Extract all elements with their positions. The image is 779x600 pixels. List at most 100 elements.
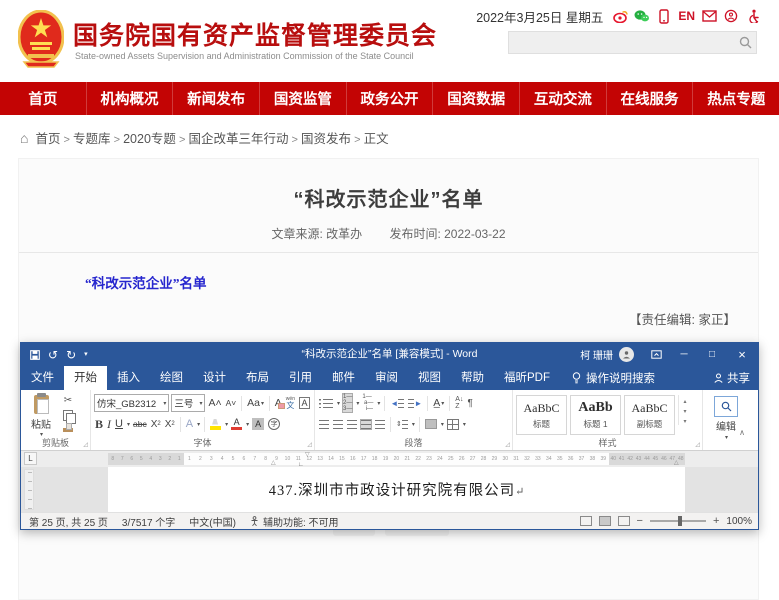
word-tab-10[interactable]: 视图 xyxy=(408,366,451,390)
text-effects-icon[interactable]: A xyxy=(185,417,194,431)
zoom-slider-thumb[interactable] xyxy=(678,516,682,526)
styles-scroll-arrow-icon[interactable]: ▴ xyxy=(683,398,686,405)
first-line-indent-marker[interactable]: ▽ xyxy=(305,452,310,458)
format-painter-icon[interactable] xyxy=(61,424,75,436)
word-tab-5[interactable]: 设计 xyxy=(193,366,236,390)
collapse-ribbon-icon[interactable]: ∧ xyxy=(739,428,745,437)
font-color-icon[interactable]: A xyxy=(230,417,243,431)
zoom-slider[interactable] xyxy=(650,520,706,522)
share-button[interactable]: 共享 xyxy=(714,366,750,390)
clear-formatting-icon[interactable]: A xyxy=(274,396,283,410)
style-card-1[interactable]: AaBbC标题 xyxy=(516,395,567,435)
nav-item-3[interactable]: 新闻发布 xyxy=(172,82,259,115)
breadcrumb-link-5[interactable]: 国资发布 xyxy=(301,132,351,146)
qat-customize-icon[interactable]: ▾ xyxy=(84,351,88,358)
nav-item-2[interactable]: 机构概况 xyxy=(86,82,173,115)
editing-dropdown-icon[interactable]: ▾ xyxy=(725,434,728,441)
nav-item-7[interactable]: 互动交流 xyxy=(519,82,606,115)
word-tab-12[interactable]: 福昕PDF xyxy=(494,366,560,390)
horizontal-ruler[interactable]: 87654321 1234567891011121314151617181920… xyxy=(108,453,685,465)
copy-icon[interactable] xyxy=(61,409,75,421)
breadcrumb-link-3[interactable]: 2020专题 xyxy=(123,132,176,146)
breadcrumb-link-6[interactable]: 正文 xyxy=(364,132,389,146)
close-button[interactable]: × xyxy=(726,343,758,366)
styles-gallery-scroll[interactable]: ▴▾▾ xyxy=(678,395,691,425)
redo-icon[interactable]: ↻ xyxy=(66,349,76,361)
font-dialog-launcher-icon[interactable]: ◿ xyxy=(307,442,312,448)
word-count[interactable]: 3/7517 个字 xyxy=(122,514,175,529)
underline-icon[interactable]: U xyxy=(114,417,124,431)
justify-icon[interactable] xyxy=(360,419,372,430)
multilevel-list-icon[interactable]: 1— a— i— xyxy=(361,393,374,413)
breadcrumb-link-1[interactable]: 首页 xyxy=(35,132,60,146)
nav-item-9[interactable]: 热点专题 xyxy=(692,82,779,115)
right-indent-marker[interactable]: △ xyxy=(674,460,679,466)
word-tab-4[interactable]: 绘图 xyxy=(150,366,193,390)
word-tab-9[interactable]: 审阅 xyxy=(365,366,408,390)
highlight-color-icon[interactable] xyxy=(209,418,222,431)
shrink-font-icon[interactable]: A˅ xyxy=(225,397,238,409)
borders-icon[interactable] xyxy=(446,418,460,431)
word-tab-8[interactable]: 邮件 xyxy=(322,366,365,390)
page-indicator[interactable]: 第 25 页, 共 25 页 xyxy=(29,514,108,529)
numbering-icon[interactable]: 1—2—3— xyxy=(342,393,353,413)
zoom-out-icon[interactable]: − xyxy=(637,516,643,527)
phonetic-guide-icon[interactable]: wén文 xyxy=(285,396,296,411)
word-tab-2[interactable]: 开始 xyxy=(64,366,107,390)
nav-item-8[interactable]: 在线服务 xyxy=(606,82,693,115)
word-tab-7[interactable]: 引用 xyxy=(279,366,322,390)
left-indent-marker[interactable]: △ xyxy=(271,460,276,466)
zoom-in-icon[interactable]: + xyxy=(713,516,719,527)
word-tab-1[interactable]: 文件 xyxy=(21,366,64,390)
avatar[interactable] xyxy=(619,347,634,362)
style-card-2[interactable]: AaBb标题 1 xyxy=(570,395,621,435)
style-card-3[interactable]: AaBbC副标题 xyxy=(624,395,675,435)
clipboard-dialog-launcher-icon[interactable]: ◿ xyxy=(83,442,88,448)
decrease-indent-icon[interactable]: ◄ xyxy=(389,398,405,409)
increase-indent-icon[interactable]: ► xyxy=(407,398,423,409)
align-center-icon[interactable] xyxy=(332,419,344,430)
font-name-combo[interactable]: 仿宋_GB2312▾ xyxy=(94,394,169,412)
search-icon[interactable] xyxy=(734,32,756,53)
distribute-icon[interactable] xyxy=(374,419,386,430)
ribbon-display-options-icon[interactable] xyxy=(642,343,670,366)
accessibility-status[interactable]: 辅助功能: 不可用 xyxy=(250,514,339,529)
vertical-ruler[interactable] xyxy=(24,469,34,510)
grow-font-icon[interactable]: A˄ xyxy=(207,396,222,410)
styles-dialog-launcher-icon[interactable]: ◿ xyxy=(695,442,700,448)
attachment-link[interactable]: “科改示范企业”名单 xyxy=(85,272,207,292)
styles-scroll-arrow-icon[interactable]: ▾ xyxy=(683,418,686,425)
asian-layout-icon[interactable]: A̲▾ xyxy=(432,396,445,410)
bold-icon[interactable]: B xyxy=(94,416,104,433)
nav-item-1[interactable]: 首页 xyxy=(0,82,86,115)
nav-item-5[interactable]: 政务公开 xyxy=(346,82,433,115)
show-hide-marks-icon[interactable]: ¶ xyxy=(466,397,473,410)
line-spacing-icon[interactable]: ⇕ xyxy=(395,419,409,430)
mobile-icon[interactable] xyxy=(656,8,672,24)
align-right-icon[interactable] xyxy=(346,419,358,430)
user-name[interactable]: 柯 珊珊 xyxy=(574,347,619,362)
nav-item-4[interactable]: 国资监管 xyxy=(259,82,346,115)
tell-me-search[interactable]: 操作说明搜索 xyxy=(572,366,655,390)
shading-icon[interactable] xyxy=(424,418,438,430)
home-icon[interactable]: ⌂ xyxy=(20,131,28,145)
save-icon[interactable] xyxy=(30,350,40,360)
paste-button[interactable]: 粘贴 ▾ xyxy=(26,395,56,438)
strikethrough-icon[interactable]: abc xyxy=(132,418,148,430)
cut-icon[interactable]: ✂ xyxy=(61,394,75,406)
breadcrumb-link-4[interactable]: 国企改革三年行动 xyxy=(188,132,288,146)
sort-icon[interactable]: A↓Z xyxy=(454,395,464,411)
word-tab-11[interactable]: 帮助 xyxy=(451,366,494,390)
wechat-icon[interactable] xyxy=(634,8,650,24)
subscript-icon[interactable]: X2 xyxy=(150,418,162,431)
word-tab-3[interactable]: 插入 xyxy=(107,366,150,390)
english-link[interactable]: EN xyxy=(678,9,695,23)
breadcrumb-link-2[interactable]: 专题库 xyxy=(73,132,111,146)
mail-icon[interactable] xyxy=(701,8,717,24)
print-layout-view-button[interactable] xyxy=(599,516,611,526)
find-icon[interactable] xyxy=(714,396,738,417)
document-page[interactable]: 437.深圳市市政设计研究院有限公司↵ xyxy=(108,467,685,512)
align-left-icon[interactable] xyxy=(318,419,330,430)
superscript-icon[interactable]: X2 xyxy=(164,418,176,431)
accessibility-icon[interactable] xyxy=(745,8,761,24)
